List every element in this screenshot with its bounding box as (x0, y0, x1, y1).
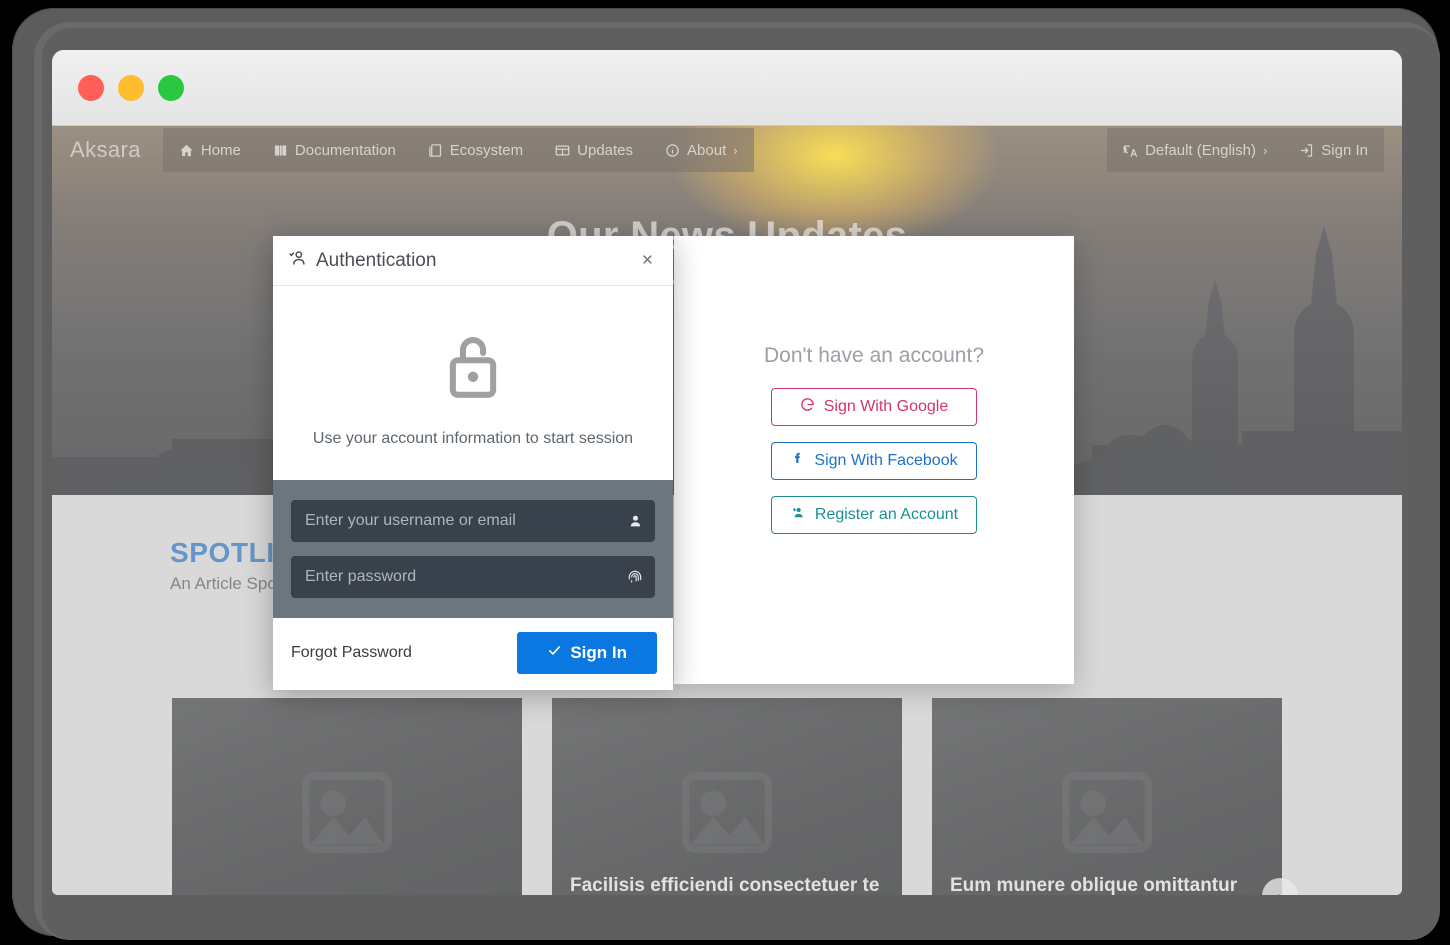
person-icon (628, 514, 643, 529)
close-icon[interactable]: × (638, 249, 657, 272)
authentication-modal: Authentication × Use your account inform… (273, 236, 673, 690)
username-input[interactable] (291, 500, 655, 542)
modal-footer: Forgot Password Sign In (273, 618, 673, 690)
modal-body: Use your account information to start se… (273, 286, 673, 480)
password-field-wrapper (291, 556, 655, 598)
register-panel-title: Don't have an account? (764, 344, 984, 367)
register-panel: Don't have an account? Sign With Google … (674, 236, 1074, 684)
user-plus-icon (790, 505, 806, 525)
window-maximize-button[interactable] (158, 74, 184, 101)
sign-in-button[interactable]: Sign In (517, 632, 657, 674)
window-close-button[interactable] (78, 74, 104, 101)
window-titlebar (52, 50, 1402, 126)
register-account-button[interactable]: Register an Account (771, 496, 977, 534)
modal-header: Authentication × (273, 236, 673, 286)
user-check-icon (288, 248, 308, 273)
modal-caption: Use your account information to start se… (312, 430, 634, 447)
forgot-password-link[interactable]: Forgot Password (289, 640, 414, 666)
check-icon (547, 643, 562, 663)
username-field-wrapper (291, 500, 655, 542)
button-label: Register an Account (814, 506, 959, 523)
sign-with-facebook-button[interactable]: Sign With Facebook (771, 442, 977, 480)
button-label: Sign With Facebook (814, 452, 958, 469)
password-input[interactable] (291, 556, 655, 598)
modal-title: Authentication (316, 249, 437, 271)
sign-with-google-button[interactable]: Sign With Google (771, 388, 977, 426)
fingerprint-icon[interactable] (627, 569, 643, 585)
button-label: Sign With Google (823, 398, 949, 415)
facebook-icon (790, 451, 805, 471)
window-minimize-button[interactable] (118, 74, 144, 101)
login-form (273, 480, 673, 618)
google-icon (800, 397, 815, 417)
button-label: Sign In (570, 643, 627, 662)
unlock-icon (297, 330, 649, 402)
